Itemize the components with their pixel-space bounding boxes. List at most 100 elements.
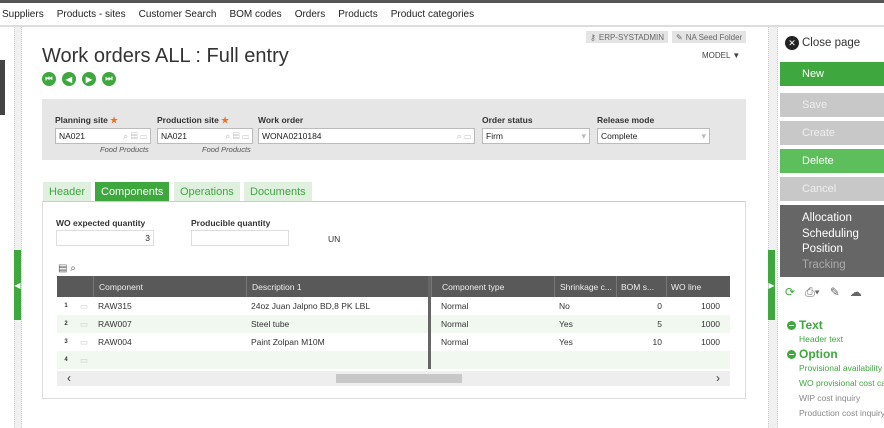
scroll-left-icon[interactable]: ‹ [67,371,71,385]
key-icon: ⚷ [590,32,596,42]
tab-components[interactable]: Components [95,182,170,201]
cell-shrinkage: Yes [559,337,573,347]
refresh-icon[interactable]: ⟳ [785,285,795,300]
close-page-label: Close page [802,37,861,49]
cell-component: RAW315 [98,301,132,311]
nav-product-categories[interactable]: Product categories [391,9,474,20]
unit-label: UN [328,234,341,244]
chevron-left-icon: ◀ [14,280,21,290]
left-expand-tab[interactable]: ◀ [14,250,21,320]
order-status-label: Order status [482,115,533,125]
tab-header[interactable]: Header [43,182,92,201]
work-order-input[interactable]: WONA0210184 ⌕ ▭ [258,128,475,144]
nav-suppliers[interactable]: Suppliers [2,9,44,20]
search-icon[interactable]: ⌕ ▤ ▭ [123,131,147,142]
cancel-button[interactable]: Cancel [780,177,884,201]
right-collapse-tab[interactable]: ▶ [768,250,775,320]
link-production-cost-inquiry[interactable]: Production cost inquiry [787,406,884,421]
production-site-label: Production site ★ [157,115,229,125]
cell-wo-line: 1000 [701,337,720,347]
planning-site-input[interactable]: NA021 ⌕ ▤ ▭ [55,128,151,144]
menu-tracking[interactable]: Tracking [802,258,884,274]
delete-button[interactable]: Delete [780,149,884,173]
nav-bom-codes[interactable]: BOM codes [229,9,281,20]
right-splitter[interactable] [768,27,778,428]
cell-component-type: Normal [441,337,469,347]
last-record-icon[interactable]: ⏭ [102,72,116,86]
folder-chip[interactable]: ✎ NA Seed Folder [672,31,747,43]
release-mode-label: Release mode [597,115,655,125]
row-detail-icon[interactable]: ▭ [75,355,93,366]
producible-qty-field [191,230,289,246]
right-toolbar: ⟳ ⎙▾ ✎ ☁ [785,285,862,300]
scroll-right-icon[interactable]: › [716,371,720,385]
scrollbar-thumb[interactable] [336,374,462,383]
link-header-text[interactable]: Header text [787,332,884,347]
menu-position[interactable]: Position [802,242,884,258]
production-site-desc: Food Products [202,145,251,154]
nav-products-sites[interactable]: Products - sites [57,9,126,20]
row-detail-icon[interactable]: ▭ [75,337,93,348]
components-grid: Component Description 1 Component type S… [57,276,730,369]
attachment-icon[interactable]: ✎ [830,285,840,300]
col-component-type[interactable]: Component type [431,276,554,297]
chevron-down-icon: ▾ [701,130,706,141]
model-label: MODEL [702,51,731,60]
search-icon[interactable]: ⌕ [70,263,76,274]
cell-description: 24oz Juan Jalpno BD,8 PK LBL [246,297,431,315]
col-shrinkage[interactable]: Shrinkage c... [554,276,616,297]
table-row[interactable]: 2 ▭ RAW007 Steel tube Normal Yes 5 1000 [57,315,730,333]
tab-documents[interactable]: Documents [244,182,312,201]
nav-orders[interactable]: Orders [295,9,326,20]
search-icon[interactable]: ⌕ ▤ ▭ [225,131,249,142]
planning-site-label: Planning site ★ [55,115,118,125]
tab-operations[interactable]: Operations [174,182,240,201]
menu-allocation[interactable]: Allocation [802,211,884,227]
link-wo-provisional-cost[interactable]: WO provisional cost ca [787,376,884,391]
col-component[interactable]: Component [93,276,246,297]
planning-site-desc: Food Products [100,145,149,154]
chevron-right-icon: ▶ [768,280,775,290]
nav-customer-search[interactable]: Customer Search [139,9,217,20]
cell-bom-seq: 10 [652,337,662,347]
table-row[interactable]: 4 ▭ [57,351,730,369]
cell-wo-line: 1000 [701,319,720,329]
create-button[interactable]: Create [780,121,884,145]
row-number: 3 [64,339,68,345]
search-icon[interactable]: ⌕ ▭ [457,131,471,142]
close-page-button[interactable]: ✕ Close page [785,36,860,50]
save-button[interactable]: Save [780,93,884,117]
link-provisional-availability[interactable]: Provisional availability [787,361,884,376]
left-splitter[interactable] [14,27,22,428]
col-wo-line[interactable]: WO line [666,276,720,297]
menu-scheduling[interactable]: Scheduling [802,227,884,243]
wo-expected-qty-label: WO expected quantity [56,218,146,228]
first-record-icon[interactable]: ⏮ [42,72,56,86]
col-bom-seq[interactable]: BOM s... [616,276,666,297]
option-section[interactable]: Option [787,347,884,361]
row-detail-icon[interactable]: ▭ [75,319,93,330]
cell-shrinkage: No [559,301,570,311]
row-number: 4 [64,357,68,363]
order-status-select[interactable]: Firm ▾ [482,128,590,144]
new-button[interactable]: New [780,62,884,86]
print-icon[interactable]: ⎙▾ [805,285,820,300]
user-chip[interactable]: ⚷ ERP-SYSTADMIN [586,31,669,43]
cell-shrinkage: Yes [559,319,573,329]
comment-icon[interactable]: ☁ [850,285,862,300]
production-site-input[interactable]: NA021 ⌕ ▤ ▭ [157,128,253,144]
nav-products[interactable]: Products [338,9,377,20]
text-section[interactable]: Text [787,318,884,332]
previous-record-icon[interactable]: ◀ [62,72,76,86]
producible-qty-label: Producible quantity [191,218,271,228]
row-detail-icon[interactable]: ▭ [75,301,93,312]
grid-settings-icon[interactable]: ▤ [58,263,67,274]
table-row[interactable]: 1 ▭ RAW315 24oz Juan Jalpno BD,8 PK LBL Norm… [57,297,730,315]
col-description[interactable]: Description 1 [246,276,431,297]
model-dropdown[interactable]: MODEL ▼ [702,51,740,60]
release-mode-select[interactable]: Complete ▾ [597,128,710,144]
link-wip-cost-inquiry[interactable]: WIP cost inquiry [787,391,884,406]
next-record-icon[interactable]: ▶ [82,72,96,86]
cell-component: RAW004 [98,337,132,347]
table-row[interactable]: 3 ▭ RAW004 Paint Zolpan M10M Normal Yes 10 1000 [57,333,730,351]
